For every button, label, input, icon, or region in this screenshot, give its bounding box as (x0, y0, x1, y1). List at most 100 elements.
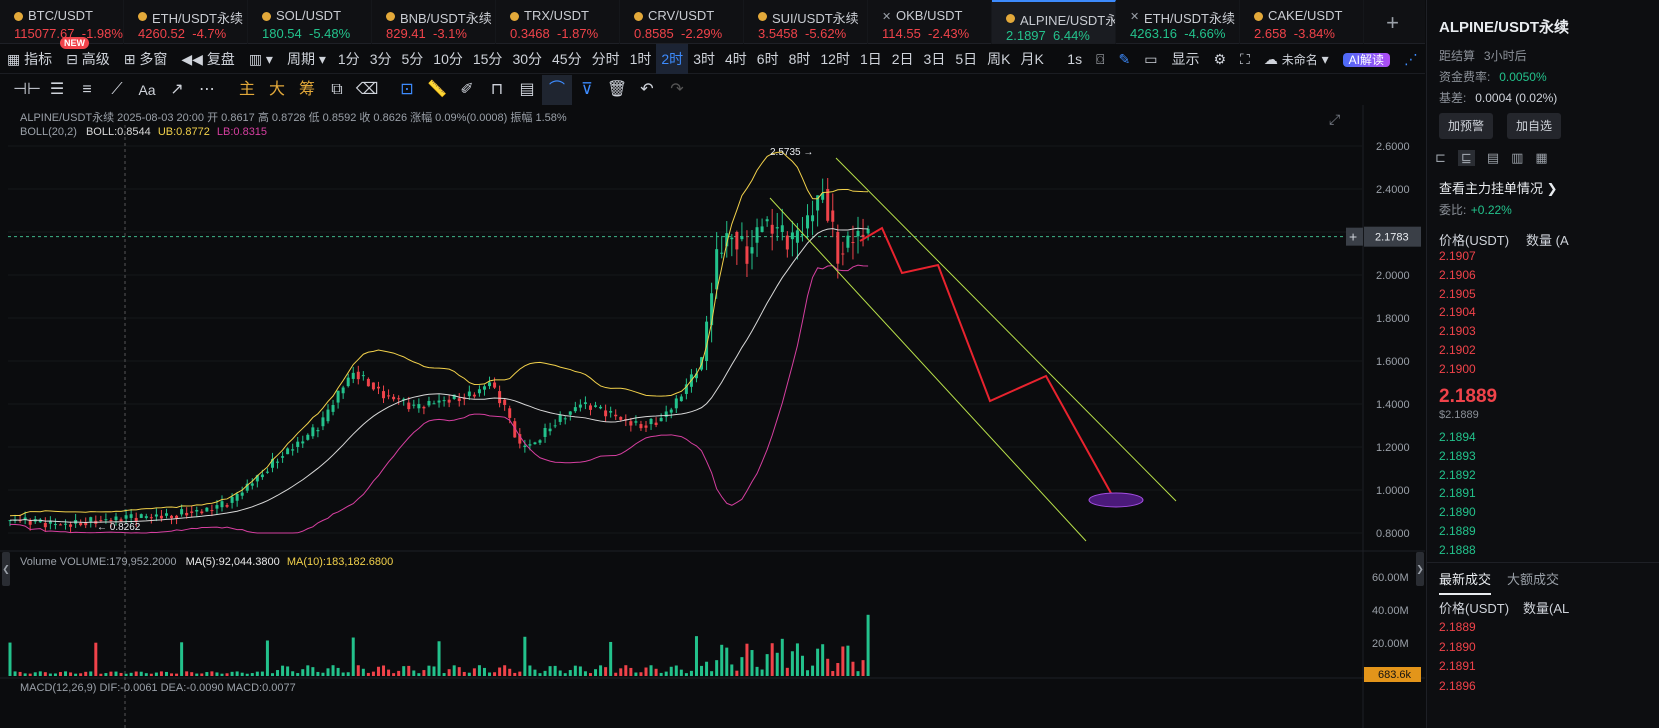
trend-line-icon[interactable]: ⟋ (102, 75, 132, 105)
ask-price[interactable]: 2.1905 (1439, 287, 1476, 301)
interval-button[interactable]: 15分 (468, 44, 508, 74)
chart-type-button[interactable]: ▥ ▾ (242, 44, 280, 74)
interval-button[interactable]: 2日 (887, 44, 919, 74)
interval-button[interactable]: 5分 (396, 44, 428, 74)
interval-button[interactable]: 10分 (428, 44, 468, 74)
interval-button[interactable]: 月K (1015, 44, 1048, 74)
chip-button[interactable]: 筹 (292, 75, 322, 105)
trade-price[interactable]: 2.1896 (1439, 679, 1476, 693)
ticker-tab[interactable]: ALPINE/USDT永续2.1897 6.44% (992, 0, 1116, 44)
interval-button[interactable]: 8时 (784, 44, 816, 74)
book-view-bids-icon[interactable]: ▤ (1487, 150, 1499, 166)
ticker-tab[interactable]: SUI/USDT永续 3.5458 -5.62% (744, 0, 868, 44)
camera-icon[interactable]: ⌼ (1089, 44, 1111, 74)
trade-price[interactable]: 2.1891 (1439, 659, 1476, 673)
trade-price[interactable]: 2.1890 (1439, 640, 1476, 654)
book-view-both-icon[interactable]: ⊏ (1435, 150, 1446, 166)
interval-button[interactable]: 45分 (547, 44, 587, 74)
left-collapse-icon[interactable]: ❮ (2, 552, 10, 586)
period-dropdown[interactable]: 周期 ▾ (280, 44, 333, 74)
interval-button[interactable]: 分时 (587, 44, 625, 74)
bid-price[interactable]: 2.1891 (1439, 486, 1476, 500)
ticker-tab[interactable]: SOL/USDT 180.54 -5.48% (248, 0, 372, 44)
bid-price[interactable]: 2.1890 (1439, 505, 1476, 519)
interval-button[interactable]: 6时 (752, 44, 784, 74)
book-view-asks-icon[interactable]: ⊑ (1457, 150, 1475, 166)
filter-icon[interactable]: ⊽ (572, 75, 602, 105)
redo-icon[interactable]: ↷ (662, 75, 692, 105)
bid-price[interactable]: 2.1893 (1439, 449, 1476, 463)
trash-icon[interactable]: 🗑 (602, 75, 632, 105)
ask-price[interactable]: 2.1900 (1439, 362, 1476, 376)
ticker-tab[interactable]: ✕ ETH/USDT永续 4263.16 -4.66% (1116, 0, 1240, 44)
horizontal-line-icon[interactable]: ⊣⊢ (12, 75, 42, 105)
fib-icon[interactable]: ≡ (72, 75, 102, 105)
more-tools-icon[interactable]: ⋯ (192, 75, 222, 105)
add-alert-button[interactable]: 加预警 (1439, 113, 1494, 139)
ticker-tab[interactable]: CAKE/USDT 2.658 -3.84% (1240, 0, 1364, 44)
interval-button[interactable]: 3时 (688, 44, 720, 74)
price-chart[interactable]: 2.60002.40002.20002.00001.80001.60001.40… (0, 105, 1425, 728)
ticker-tab[interactable]: CRV/USDT 0.8585 -2.29% (620, 0, 744, 44)
interval-button[interactable]: 1日 (855, 44, 887, 74)
add-tab-icon[interactable]: + (1364, 0, 1421, 44)
text-tool[interactable]: Aa (132, 75, 162, 105)
book-view-grid-icon[interactable]: ▦ (1535, 150, 1547, 166)
lock-icon[interactable]: ⊓ (482, 75, 512, 105)
chart-area[interactable]: 2.60002.40002.20002.00001.80001.60001.40… (0, 105, 1425, 728)
tick-1s-button[interactable]: 1s (1060, 44, 1089, 74)
bid-price[interactable]: 2.1894 (1439, 430, 1476, 444)
ai-interpret-button[interactable]: AI解读 (1336, 44, 1397, 74)
right-collapse-icon[interactable]: ❯ (1416, 552, 1424, 586)
interval-button[interactable]: 2时 (656, 43, 689, 74)
ask-price[interactable]: 2.1903 (1439, 324, 1476, 338)
main-orders-link[interactable]: 查看主力挂单情况 ❯ (1439, 178, 1558, 197)
ask-price[interactable]: 2.1902 (1439, 343, 1476, 357)
latest-trades-tab[interactable]: 最新成交 (1439, 569, 1492, 595)
magnet-icon[interactable]: ⌒ (542, 75, 572, 105)
add-watchlist-button[interactable]: 加自选 (1507, 113, 1562, 139)
big-trades-tab[interactable]: 大额成交 (1507, 569, 1559, 588)
ticker-tab[interactable]: BNB/USDT永续 829.41 -3.1% (372, 0, 496, 44)
big-order-button[interactable]: 大 (262, 75, 292, 105)
interval-button[interactable]: 4时 (720, 44, 752, 74)
parallel-lines-icon[interactable]: ☰ (42, 75, 72, 105)
pen-icon[interactable]: ✎ (1111, 44, 1137, 74)
interval-button[interactable]: 3分 (365, 44, 397, 74)
bid-price[interactable]: 2.1888 (1439, 543, 1476, 557)
ask-price[interactable]: 2.1906 (1439, 268, 1476, 282)
bid-price[interactable]: 2.1889 (1439, 524, 1476, 538)
pattern-icon[interactable]: ⧉ (322, 75, 352, 105)
comment-icon[interactable]: ▭ (1137, 44, 1164, 74)
interval-button[interactable]: 1分 (333, 44, 365, 74)
replay-button[interactable]: ◀◀ 复盘 (174, 44, 241, 74)
bid-price[interactable]: 2.1892 (1439, 468, 1476, 482)
display-button[interactable]: 显示 (1164, 44, 1206, 74)
settings-icon[interactable]: ⚙ (1206, 44, 1233, 74)
ray-icon[interactable]: ↗ (162, 75, 192, 105)
interval-button[interactable]: 3日 (919, 44, 951, 74)
ticker-tab[interactable]: ✕ OKB/USDT 114.55 -2.43% (868, 0, 992, 44)
ruler-icon[interactable]: 📏 (422, 75, 452, 105)
undo-icon[interactable]: ↶ (632, 75, 662, 105)
indicators-button[interactable]: ▦ 指标 (0, 44, 59, 74)
interval-button[interactable]: 周K (982, 44, 1015, 74)
multiwin-button[interactable]: ⊞ 多窗 (117, 44, 175, 74)
note-icon[interactable]: ▤ (512, 75, 542, 105)
erase-icon[interactable]: ⌫ (352, 75, 382, 105)
fullscreen-icon[interactable]: ⛶ (1233, 44, 1257, 74)
ticker-tab[interactable]: TRX/USDT 0.3468 -1.87% (496, 0, 620, 44)
interval-button[interactable]: 1时 (625, 44, 657, 74)
interval-button[interactable]: 5日 (950, 44, 982, 74)
ticker-tab[interactable]: ETH/USDT永续 4260.52 -4.7% (124, 0, 248, 44)
ask-price[interactable]: 2.1904 (1439, 305, 1476, 319)
trade-price[interactable]: 2.1889 (1439, 620, 1476, 634)
brush-icon[interactable]: ✐ (452, 75, 482, 105)
select-icon[interactable]: ⊡ (392, 75, 422, 105)
expand-icon[interactable]: ⤢ (1329, 111, 1340, 128)
book-view-depth-icon[interactable]: ▥ (1511, 150, 1523, 166)
interval-button[interactable]: 30分 (507, 44, 547, 74)
layout-dropdown[interactable]: ☁ 未命名 ▾ (1257, 44, 1336, 74)
main-force-button[interactable]: 主 (232, 75, 262, 105)
share-icon[interactable]: ⋰ (1397, 44, 1425, 74)
